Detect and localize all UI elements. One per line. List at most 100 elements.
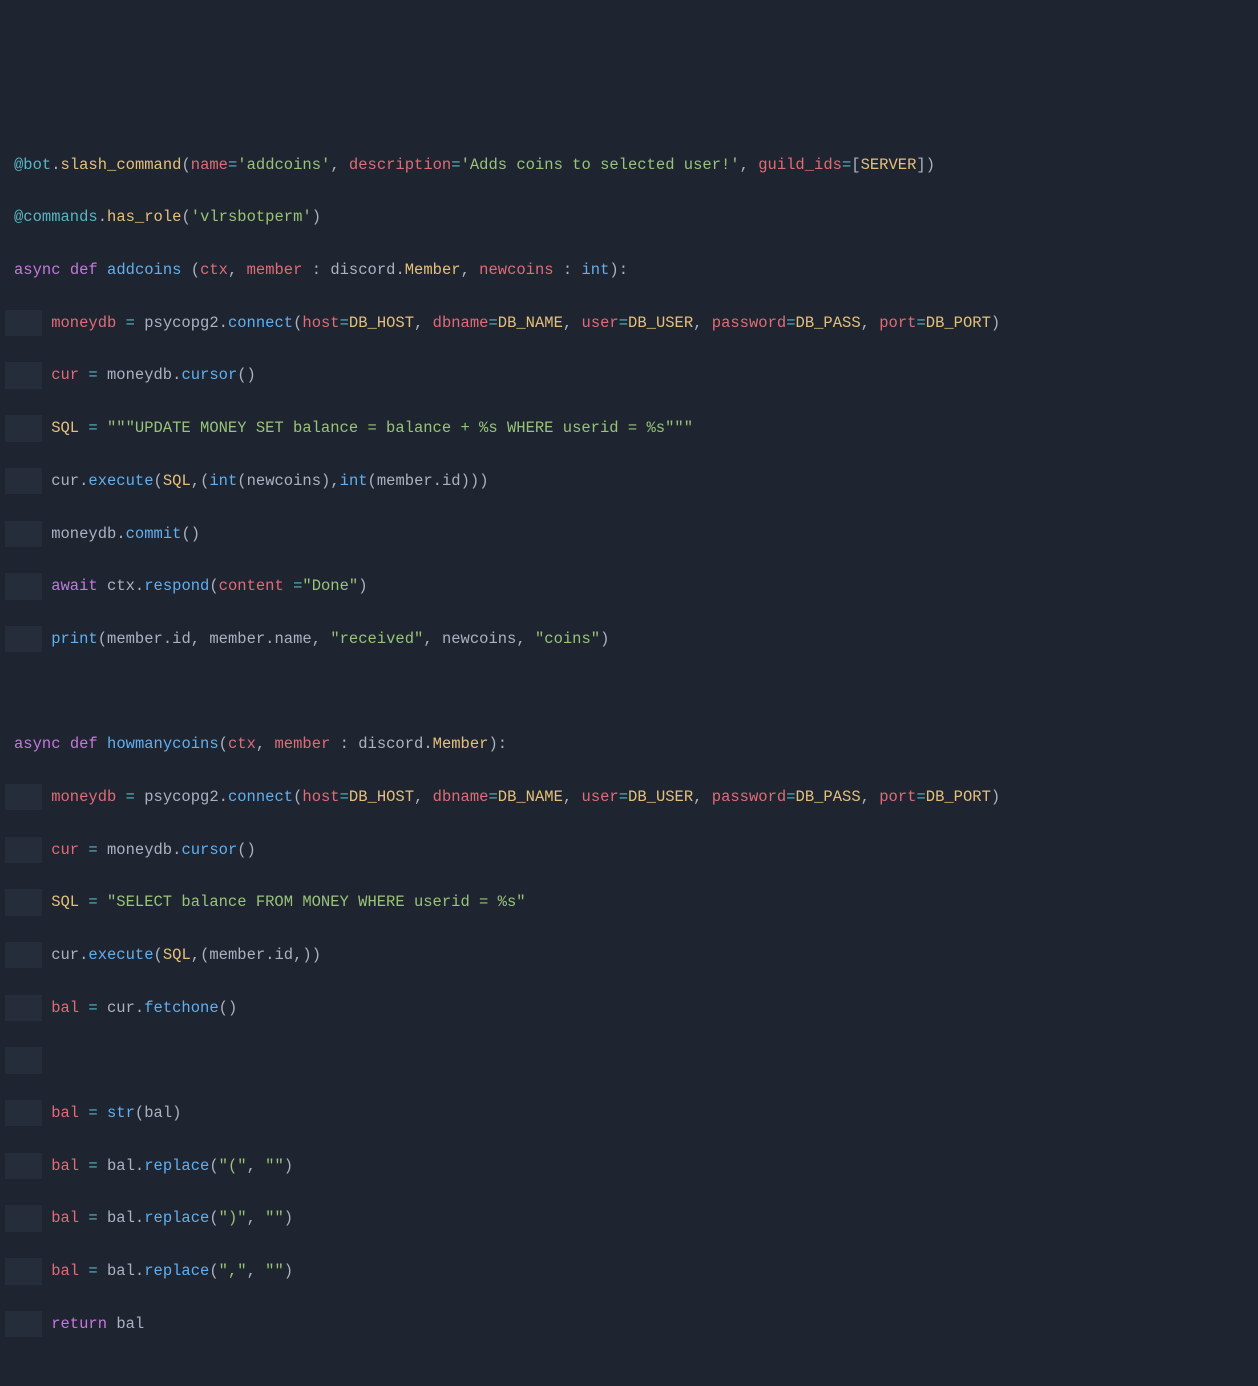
comma: , (461, 261, 480, 279)
paren: ) (479, 472, 488, 490)
paren: ( (181, 208, 190, 226)
comma: , (563, 788, 582, 806)
param: ctx (200, 261, 228, 279)
paren: ( (237, 472, 246, 490)
var: bal (51, 1209, 79, 1227)
comma: , (247, 1157, 266, 1175)
dot: . (135, 1262, 144, 1280)
dot: . (135, 1157, 144, 1175)
eq: = (284, 577, 303, 595)
constant: DB_PASS (796, 788, 861, 806)
comma: , (693, 788, 712, 806)
paren: ) (321, 472, 330, 490)
code-line: SQL = "SELECT balance FROM MONEY WHERE u… (14, 889, 1244, 915)
code-line: bal = bal.replace("(", "") (14, 1153, 1244, 1179)
eq: = (79, 366, 107, 384)
paren: () (237, 366, 256, 384)
paren: ) (991, 788, 1000, 806)
paren: ( (293, 788, 302, 806)
comma: , (247, 1209, 266, 1227)
dot: . (79, 946, 88, 964)
method: replace (144, 1262, 209, 1280)
attr: name (274, 630, 311, 648)
constant: DB_PORT (926, 314, 991, 332)
attr: id (442, 472, 461, 490)
eq: = (116, 788, 144, 806)
eq: = (916, 788, 925, 806)
var: member (377, 472, 433, 490)
string: "," (219, 1262, 247, 1280)
var: bal (107, 1262, 135, 1280)
dot: . (395, 261, 404, 279)
eq: = (79, 893, 107, 911)
kwarg: user (582, 788, 619, 806)
indent-guide (5, 362, 42, 388)
builtin: int (340, 472, 368, 490)
comma: , (191, 630, 210, 648)
var: ctx (107, 577, 135, 595)
kwarg: port (879, 314, 916, 332)
kwarg: dbname (433, 788, 489, 806)
var: SQL (51, 893, 79, 911)
kwarg: content (219, 577, 284, 595)
var: moneydb (51, 525, 116, 543)
comma: , (256, 735, 275, 753)
bracket: ] (916, 156, 925, 174)
indent-guide (5, 837, 42, 863)
colon: : (554, 261, 582, 279)
constant: SERVER (861, 156, 917, 174)
constant: DB_HOST (349, 788, 414, 806)
eq: = (488, 314, 497, 332)
func-name: addcoins (107, 261, 181, 279)
func-name: howmanycoins (107, 735, 219, 753)
string: "received" (330, 630, 423, 648)
method: cursor (181, 366, 237, 384)
paren: ): (609, 261, 628, 279)
dot: . (163, 630, 172, 648)
module: psycopg2 (144, 314, 218, 332)
paren: ) (358, 577, 367, 595)
string: 'Adds coins to selected user!' (461, 156, 740, 174)
code-line: bal = bal.replace(")", "") (14, 1205, 1244, 1231)
eq: = (79, 1209, 107, 1227)
kwarg: dbname (433, 314, 489, 332)
var: moneydb (107, 841, 172, 859)
dot: . (98, 208, 107, 226)
attr: id (172, 630, 191, 648)
eq: = (79, 1104, 107, 1122)
eq: = (79, 1262, 107, 1280)
code-line: @bot.slash_command(name='addcoins', desc… (14, 152, 1244, 178)
eq: = (340, 788, 349, 806)
param: member (275, 735, 331, 753)
paren: ( (181, 156, 190, 174)
comma: , (330, 156, 349, 174)
comma: , (330, 472, 339, 490)
param: newcoins (479, 261, 553, 279)
paren: ( (209, 1209, 218, 1227)
code-line: cur = moneydb.cursor() (14, 362, 1244, 388)
type: Member (433, 735, 489, 753)
method: commit (126, 525, 182, 543)
code-line: async def howmanycoins(ctx, member : dis… (14, 731, 1244, 757)
var: cur (51, 946, 79, 964)
kwarg: password (712, 314, 786, 332)
kwarg: description (349, 156, 451, 174)
comma: , (693, 314, 712, 332)
kwarg: guild_ids (758, 156, 842, 174)
keyword: async (14, 261, 61, 279)
paren: ) (926, 156, 935, 174)
var: bal (116, 1315, 144, 1333)
code-editor[interactable]: @bot.slash_command(name='addcoins', desc… (14, 125, 1244, 1363)
var: cur (107, 999, 135, 1017)
var: moneydb (51, 788, 116, 806)
paren: ( (98, 630, 107, 648)
paren: () (237, 841, 256, 859)
paren: ( (200, 946, 209, 964)
module: discord (358, 735, 423, 753)
string: ")" (219, 1209, 247, 1227)
code-line: cur.execute(SQL,(member.id,)) (14, 942, 1244, 968)
type: Member (405, 261, 461, 279)
dot: . (116, 525, 125, 543)
paren: () (219, 999, 238, 1017)
method: respond (144, 577, 209, 595)
